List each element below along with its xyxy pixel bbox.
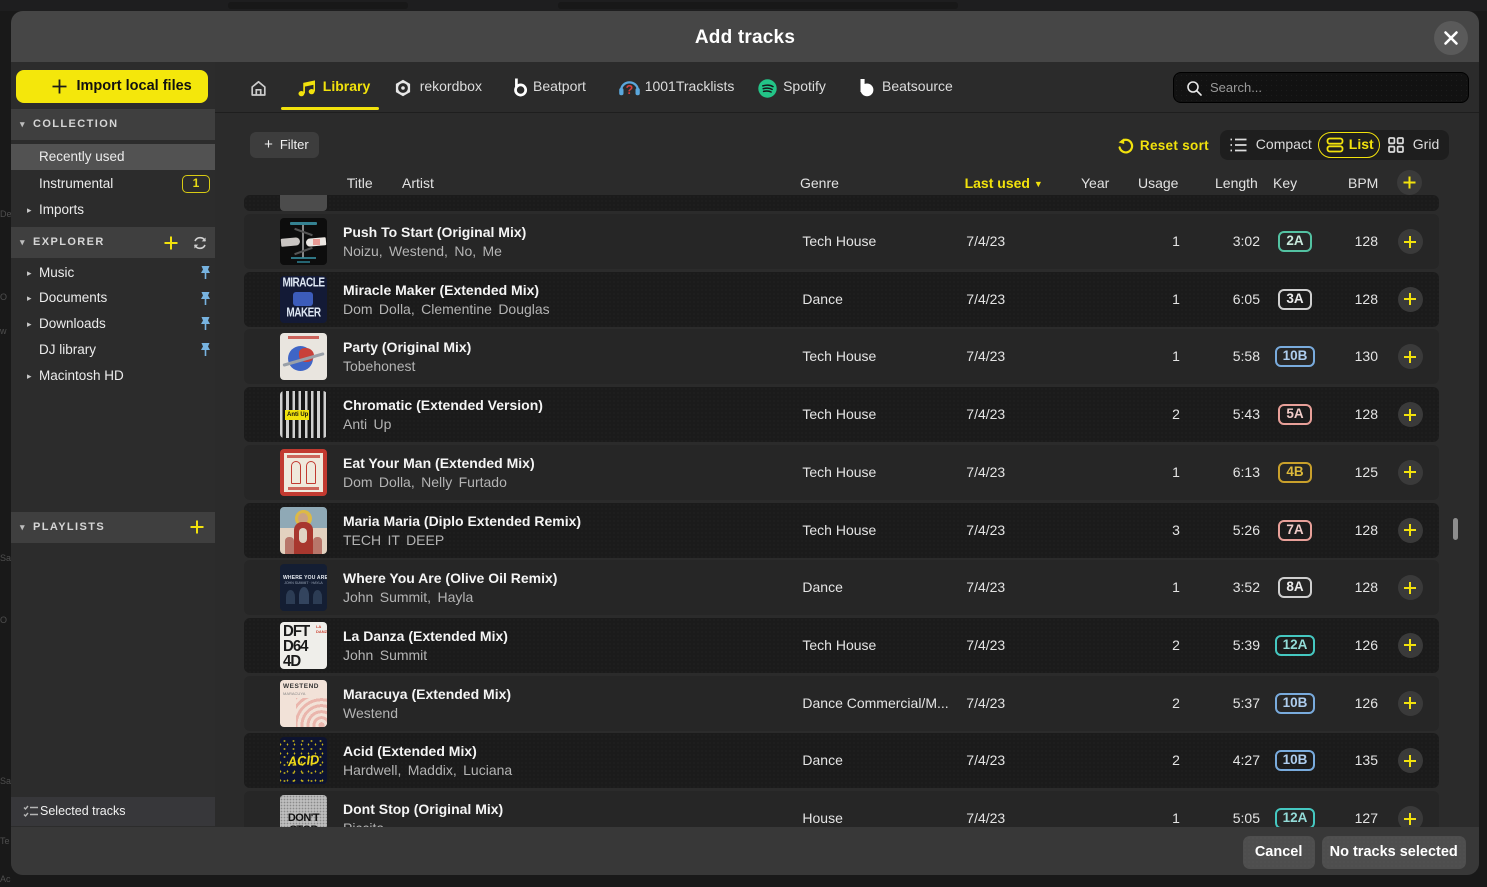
svg-text:?: ? — [625, 83, 633, 97]
